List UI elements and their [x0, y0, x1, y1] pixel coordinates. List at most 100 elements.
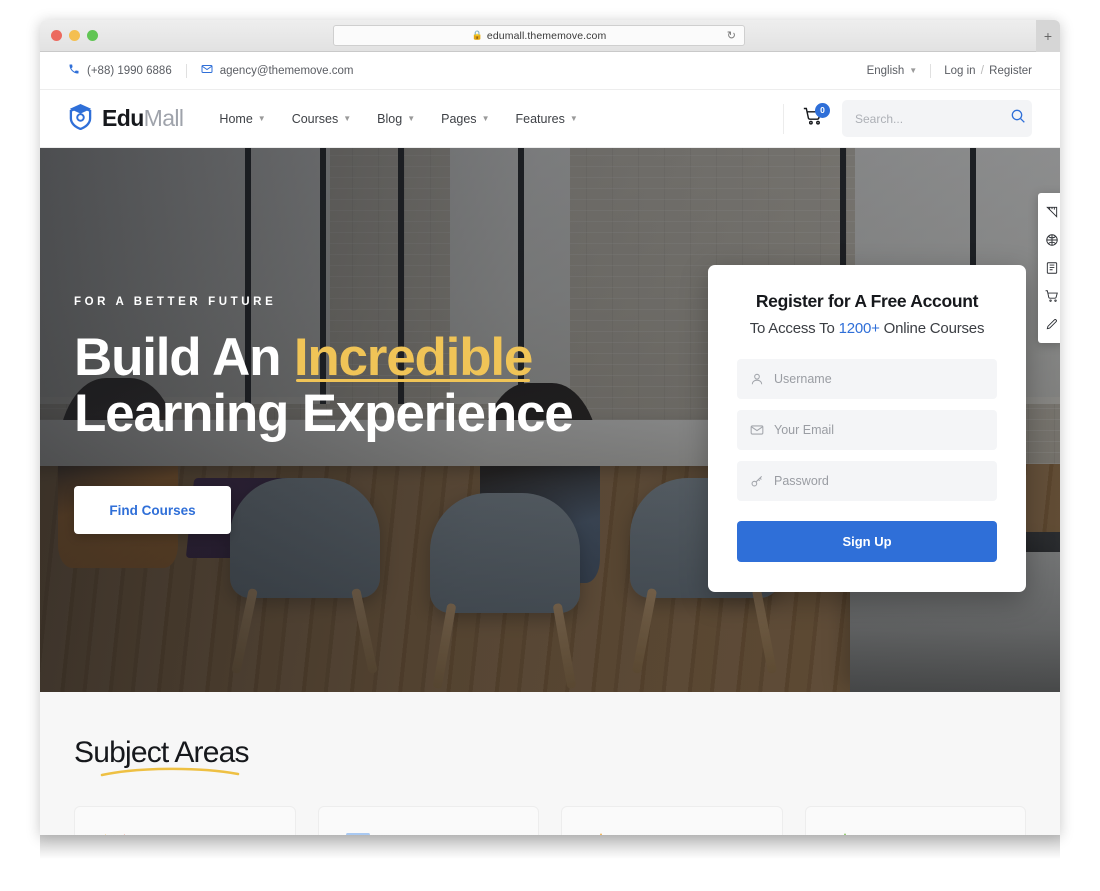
login-link[interactable]: Log in — [944, 65, 975, 77]
address-bar[interactable]: 🔒 edumall.thememove.com ↻ — [333, 25, 745, 46]
key-icon — [750, 474, 764, 488]
section-title: Subject Areas — [74, 736, 250, 777]
reload-icon[interactable]: ↻ — [727, 29, 736, 42]
globe-icon[interactable] — [1038, 226, 1060, 254]
chevron-down-icon: ▼ — [909, 66, 918, 75]
phone-contact[interactable]: (+88) 1990 6886 — [68, 63, 172, 78]
orange-triangle-icon — [584, 828, 618, 835]
hero-eyebrow: FOR A BETTER FUTURE — [74, 296, 277, 308]
subject-areas-section: Subject Areas Art & Design — [40, 692, 1060, 835]
nav-item-label: Pages — [441, 111, 477, 126]
search-box[interactable] — [842, 100, 1032, 137]
cart-count-badge: 0 — [815, 102, 830, 118]
chevron-down-icon: ▼ — [407, 114, 416, 123]
subtitle-pre: To Access To — [749, 320, 839, 337]
auth-separator: / — [980, 64, 984, 77]
hero-title: Build An Incredible Learning Experience — [74, 328, 574, 444]
logo-text-primary: Edu — [102, 105, 144, 131]
subject-card-lifestyle[interactable]: Lifestyle — [561, 806, 783, 835]
site-topbar: (+88) 1990 6886 agency@thememove.com Eng… — [40, 52, 1060, 90]
topbar-divider — [185, 63, 187, 78]
hero-title-line2: Learning Experience — [74, 384, 574, 444]
username-field[interactable] — [737, 359, 997, 399]
logo-text: EduMall — [102, 105, 184, 132]
topbar-contact-group: (+88) 1990 6886 agency@thememove.com — [68, 63, 354, 78]
phone-icon — [68, 63, 80, 78]
nav-item-features[interactable]: Features ▼ — [515, 112, 577, 126]
maximize-window-button[interactable] — [87, 30, 98, 41]
user-icon — [750, 372, 764, 386]
url-text: edumall.thememove.com — [486, 29, 607, 42]
green-triangle-icon — [828, 828, 862, 835]
art-palette-icon — [97, 828, 131, 835]
chevron-down-icon: ▼ — [569, 114, 578, 123]
password-field[interactable] — [737, 461, 997, 501]
subject-card-development[interactable]: Development — [317, 806, 539, 835]
subject-card-personal[interactable]: Personal — [804, 806, 1026, 835]
username-input[interactable] — [774, 372, 984, 386]
chevron-down-icon: ▼ — [481, 114, 490, 123]
browser-window: 🔒 edumall.thememove.com ↻ + (+88) 1990 6… — [40, 20, 1060, 835]
minimize-window-button[interactable] — [69, 30, 80, 41]
nav-item-blog[interactable]: Blog ▼ — [377, 112, 415, 126]
section-title-text: Subject Areas — [74, 736, 250, 769]
site-logo[interactable]: EduMall — [68, 103, 184, 135]
register-card-title: Register for A Free Account — [755, 291, 979, 311]
register-card-subtitle: To Access To 1200+ Online Courses — [737, 320, 997, 337]
hero-title-line1-plain: Build An — [74, 328, 294, 387]
nav-item-label: Blog — [377, 111, 403, 126]
email-field[interactable] — [737, 410, 997, 450]
chevron-down-icon: ▼ — [257, 114, 266, 123]
nav-item-courses[interactable]: Courses ▼ — [292, 112, 351, 126]
navbar-right-group: 0 — [783, 100, 1032, 137]
password-input[interactable] — [774, 474, 984, 488]
register-link[interactable]: Register — [989, 65, 1032, 77]
book-icon[interactable] — [1038, 254, 1060, 282]
traffic-lights — [40, 30, 98, 41]
shield-graduation-icon — [68, 103, 93, 135]
shopping-cart-icon[interactable] — [1038, 282, 1060, 310]
lock-icon: 🔒 — [471, 30, 483, 40]
ruler-triangle-icon[interactable] — [1038, 198, 1060, 226]
language-label: English — [866, 64, 905, 77]
logo-text-secondary: Mall — [143, 105, 184, 131]
subject-cards: Art & Design Development — [74, 806, 1026, 835]
auth-links: Log in / Register — [944, 65, 1032, 77]
search-icon[interactable] — [1010, 108, 1026, 129]
subtitle-post: Online Courses — [879, 320, 985, 337]
nav-item-label: Features — [515, 111, 565, 126]
nav-item-pages[interactable]: Pages ▼ — [441, 112, 489, 126]
find-courses-button[interactable]: Find Courses — [74, 486, 231, 535]
cart-button[interactable]: 0 — [783, 102, 830, 134]
pen-icon[interactable] — [1038, 310, 1060, 338]
nav-item-home[interactable]: Home ▼ — [219, 112, 265, 126]
envelope-icon — [750, 423, 764, 437]
phone-number: (+88) 1990 6886 — [87, 64, 172, 77]
email-address: agency@thememove.com — [219, 64, 354, 77]
topbar-utility-group: English ▼ Log in / Register — [867, 63, 1032, 78]
close-window-button[interactable] — [51, 30, 62, 41]
chevron-down-icon: ▼ — [343, 114, 352, 123]
main-navbar: EduMall Home ▼ Courses ▼ Blog ▼ Pages ▼ … — [40, 90, 1060, 148]
nav-item-label: Courses — [291, 111, 339, 126]
language-selector[interactable]: English ▼ — [867, 65, 918, 77]
nav-item-label: Home — [219, 111, 253, 126]
register-card: Register for A Free Account To Access To… — [708, 265, 1026, 592]
new-tab-button[interactable]: + — [1036, 20, 1060, 52]
hero-title-highlight: Incredible — [293, 328, 534, 387]
email-contact[interactable]: agency@thememove.com — [201, 63, 354, 78]
topbar-divider-2 — [930, 63, 932, 78]
hero-content: FOR A BETTER FUTURE Build An Incredible … — [74, 296, 574, 535]
hero-section: FOR A BETTER FUTURE Build An Incredible … — [40, 148, 1060, 692]
code-window-icon — [341, 828, 375, 835]
envelope-icon — [201, 63, 213, 78]
nav-links: Home ▼ Courses ▼ Blog ▼ Pages ▼ Features — [219, 112, 577, 126]
sign-up-button[interactable]: Sign Up — [737, 521, 997, 562]
subtitle-course-count: 1200+ — [838, 320, 880, 337]
floating-side-toolbar — [1038, 193, 1060, 343]
search-input[interactable] — [855, 111, 1010, 126]
email-input[interactable] — [774, 423, 984, 437]
title-underline-swoosh — [100, 767, 240, 777]
browser-chrome-bar: 🔒 edumall.thememove.com ↻ + — [40, 20, 1060, 52]
subject-card-art-design[interactable]: Art & Design — [74, 806, 296, 835]
